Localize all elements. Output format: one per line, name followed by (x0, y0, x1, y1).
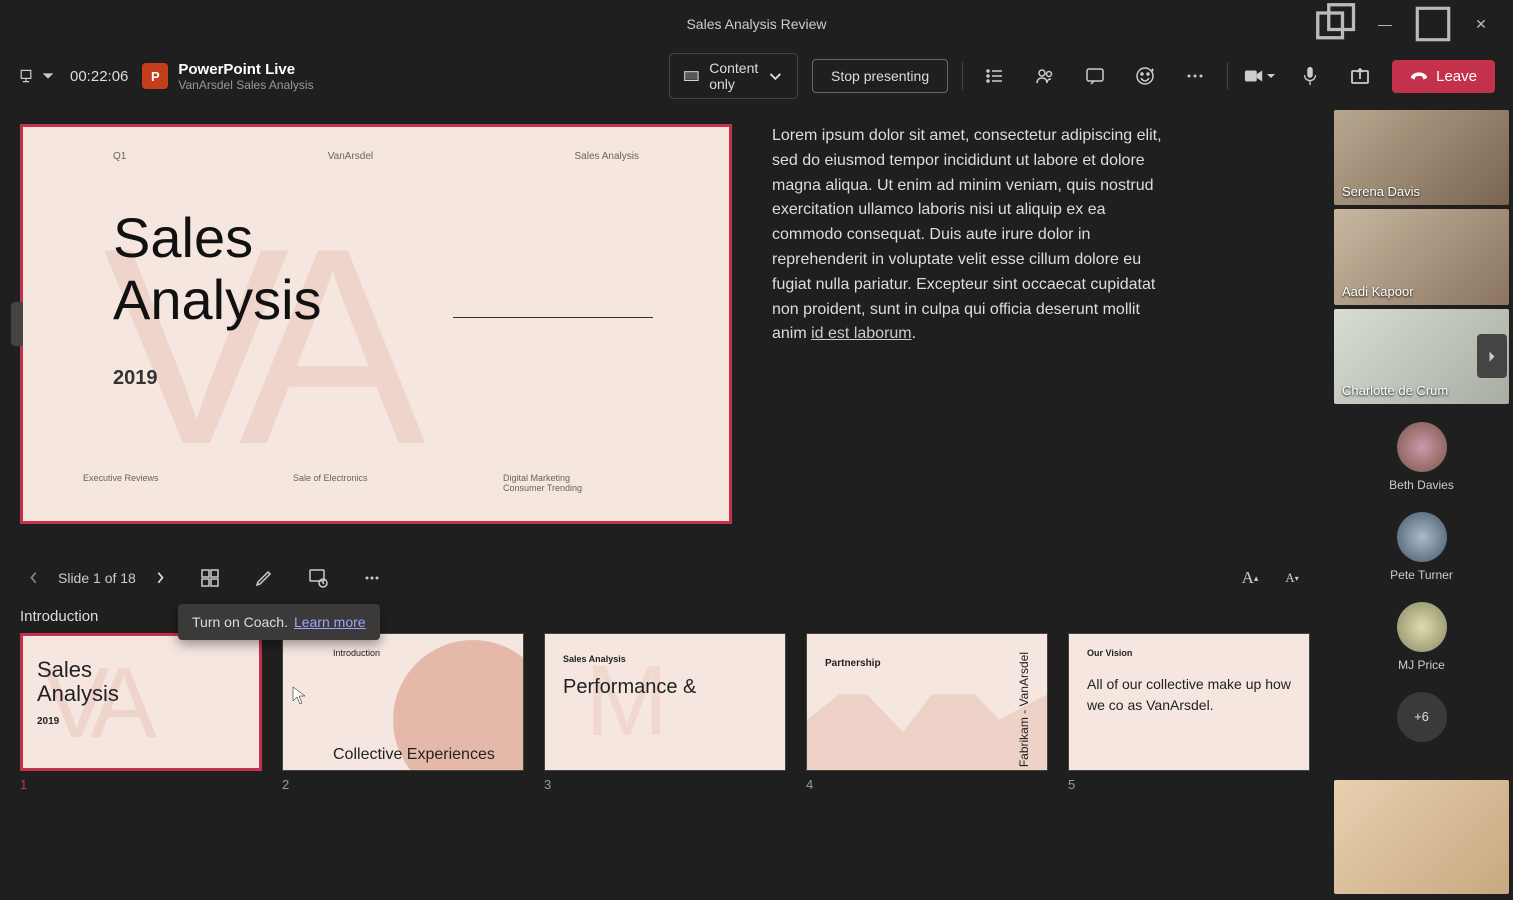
participant-avatar[interactable]: Pete Turner (1382, 512, 1462, 582)
slide-footer: Executive Reviews Sale of Electronics Di… (23, 473, 729, 493)
slide-year: 2019 (113, 367, 158, 390)
content-mode-dropdown[interactable]: Content only (669, 53, 798, 99)
presenter-dropdown[interactable] (18, 68, 56, 84)
next-participants-button[interactable] (1477, 334, 1507, 378)
grid-view-button[interactable] (192, 560, 228, 596)
doc-name: VanArsdel Sales Analysis (178, 78, 313, 92)
participant-avatar[interactable]: MJ Price (1382, 602, 1462, 672)
thumbnail-number: 1 (20, 777, 262, 792)
coach-text: Turn on Coach. (192, 614, 288, 630)
slide-title: SalesAnalysis (113, 207, 322, 330)
slide-thumbnails: VA Sales Analysis 2019 1 Introduction Co… (20, 633, 1310, 792)
participants-panel: Serena Davis Aadi Kapoor Charlotte de Cr… (1330, 104, 1513, 900)
thumbnail-4[interactable]: Partnership Fabrikam - VanArsdel (806, 633, 1048, 771)
chevron-down-icon (40, 68, 56, 84)
layout-icon (684, 71, 699, 81)
people-icon[interactable] (1027, 58, 1063, 94)
leave-label: Leave (1436, 68, 1477, 85)
coach-tooltip: Turn on Coach. Learn more (178, 604, 380, 640)
camera-button[interactable] (1242, 58, 1278, 94)
meeting-timer: 00:22:06 (70, 68, 128, 85)
participant-video[interactable]: Charlotte de Crum (1334, 309, 1509, 404)
pop-out-icon[interactable] (1315, 6, 1359, 42)
app-name: PowerPoint Live (178, 61, 313, 78)
chevron-down-icon (768, 69, 783, 84)
pager-label: Slide 1 of 18 (58, 570, 136, 586)
pen-button[interactable] (246, 560, 282, 596)
chevron-down-icon (1266, 71, 1276, 81)
mic-button[interactable] (1292, 58, 1328, 94)
participant-video[interactable]: Aadi Kapoor (1334, 209, 1509, 304)
chat-icon[interactable] (1077, 58, 1113, 94)
powerpoint-icon: P (142, 63, 168, 89)
close-icon[interactable]: ✕ (1459, 6, 1503, 42)
presenter-icon (18, 68, 34, 84)
reactions-icon[interactable] (1127, 58, 1163, 94)
speaker-notes: Lorem ipsum dolor sit amet, consectetur … (772, 124, 1162, 534)
hangup-icon (1410, 70, 1428, 82)
more-participants-button[interactable]: +6 (1382, 692, 1462, 762)
toolbar: 00:22:06 P PowerPoint Live VanArsdel Sal… (0, 48, 1513, 104)
stop-presenting-button[interactable]: Stop presenting (812, 59, 948, 93)
minimize-icon[interactable]: — (1363, 6, 1407, 42)
thumbnail-number: 5 (1068, 777, 1310, 792)
slide-topic: Sales Analysis (575, 151, 639, 162)
self-video[interactable] (1334, 780, 1509, 894)
participant-avatar[interactable]: Beth Davies (1382, 422, 1462, 492)
more-icon[interactable] (1177, 58, 1213, 94)
thumbnail-number: 4 (806, 777, 1048, 792)
thumbnail-1[interactable]: VA Sales Analysis 2019 (20, 633, 262, 771)
list-icon[interactable] (977, 58, 1013, 94)
pager-prev-button[interactable] (20, 564, 48, 592)
window-title: Sales Analysis Review (686, 16, 826, 32)
maximize-icon[interactable] (1411, 6, 1455, 42)
coach-learn-more-link[interactable]: Learn more (294, 614, 366, 630)
thumbnail-3[interactable]: M Sales Analysis Performance & (544, 633, 786, 771)
more-controls-button[interactable] (354, 560, 390, 596)
thumbnail-number: 3 (544, 777, 786, 792)
slide-brand: VanArsdel (328, 151, 373, 162)
mouse-cursor (292, 686, 308, 706)
notes-link[interactable]: id est laborum (811, 325, 912, 342)
titlebar: Sales Analysis Review — ✕ (0, 0, 1513, 48)
leave-button[interactable]: Leave (1392, 60, 1495, 93)
slide-quarter: Q1 (113, 151, 126, 162)
app-badge: P PowerPoint Live VanArsdel Sales Analys… (142, 61, 313, 92)
thumbnail-5[interactable]: Our Vision All of our collective make up… (1068, 633, 1310, 771)
share-button[interactable] (1342, 58, 1378, 94)
font-increase-button[interactable]: A▴ (1232, 560, 1268, 596)
thumbnail-number: 2 (282, 777, 524, 792)
thumbnail-2[interactable]: Introduction Collective Experiences (282, 633, 524, 771)
slide-divider (453, 317, 653, 318)
participant-video[interactable]: Serena Davis (1334, 110, 1509, 205)
divider (1227, 62, 1228, 90)
content-mode-label: Content only (709, 60, 758, 92)
pager-next-button[interactable] (146, 564, 174, 592)
divider (962, 62, 963, 90)
current-slide[interactable]: VA Q1 VanArsdel Sales Analysis SalesAnal… (20, 124, 732, 524)
coach-button[interactable] (300, 560, 336, 596)
font-decrease-button[interactable]: A▾ (1274, 560, 1310, 596)
slide-controls: Slide 1 of 18 A▴ A▾ (20, 546, 1310, 600)
